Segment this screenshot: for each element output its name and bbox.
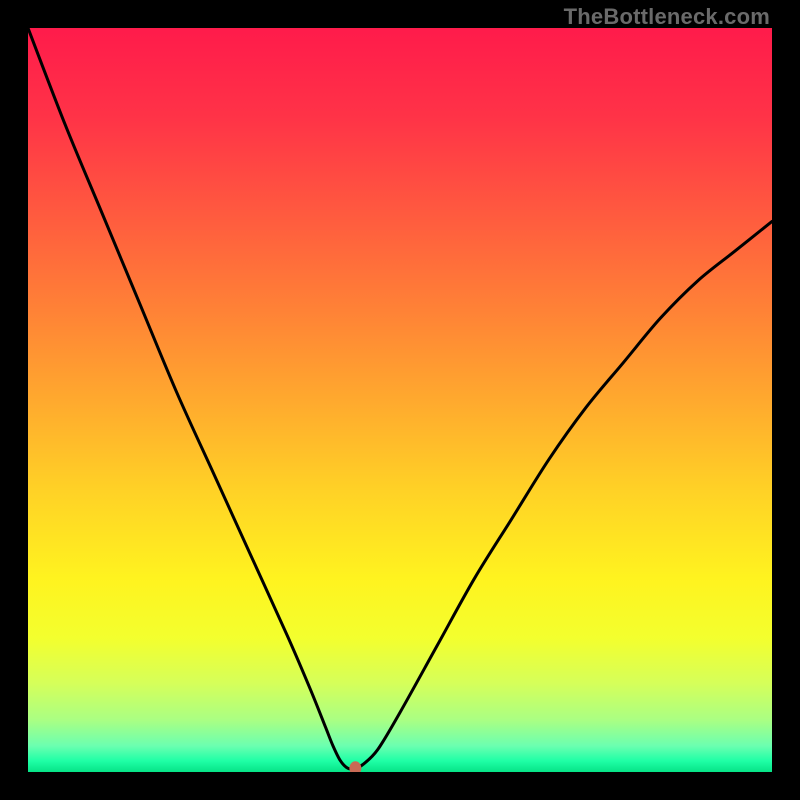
bottleneck-curve (28, 28, 772, 772)
chart-frame: TheBottleneck.com (0, 0, 800, 800)
watermark-text: TheBottleneck.com (564, 4, 770, 30)
plot-area (28, 28, 772, 772)
minimum-marker (349, 761, 361, 772)
